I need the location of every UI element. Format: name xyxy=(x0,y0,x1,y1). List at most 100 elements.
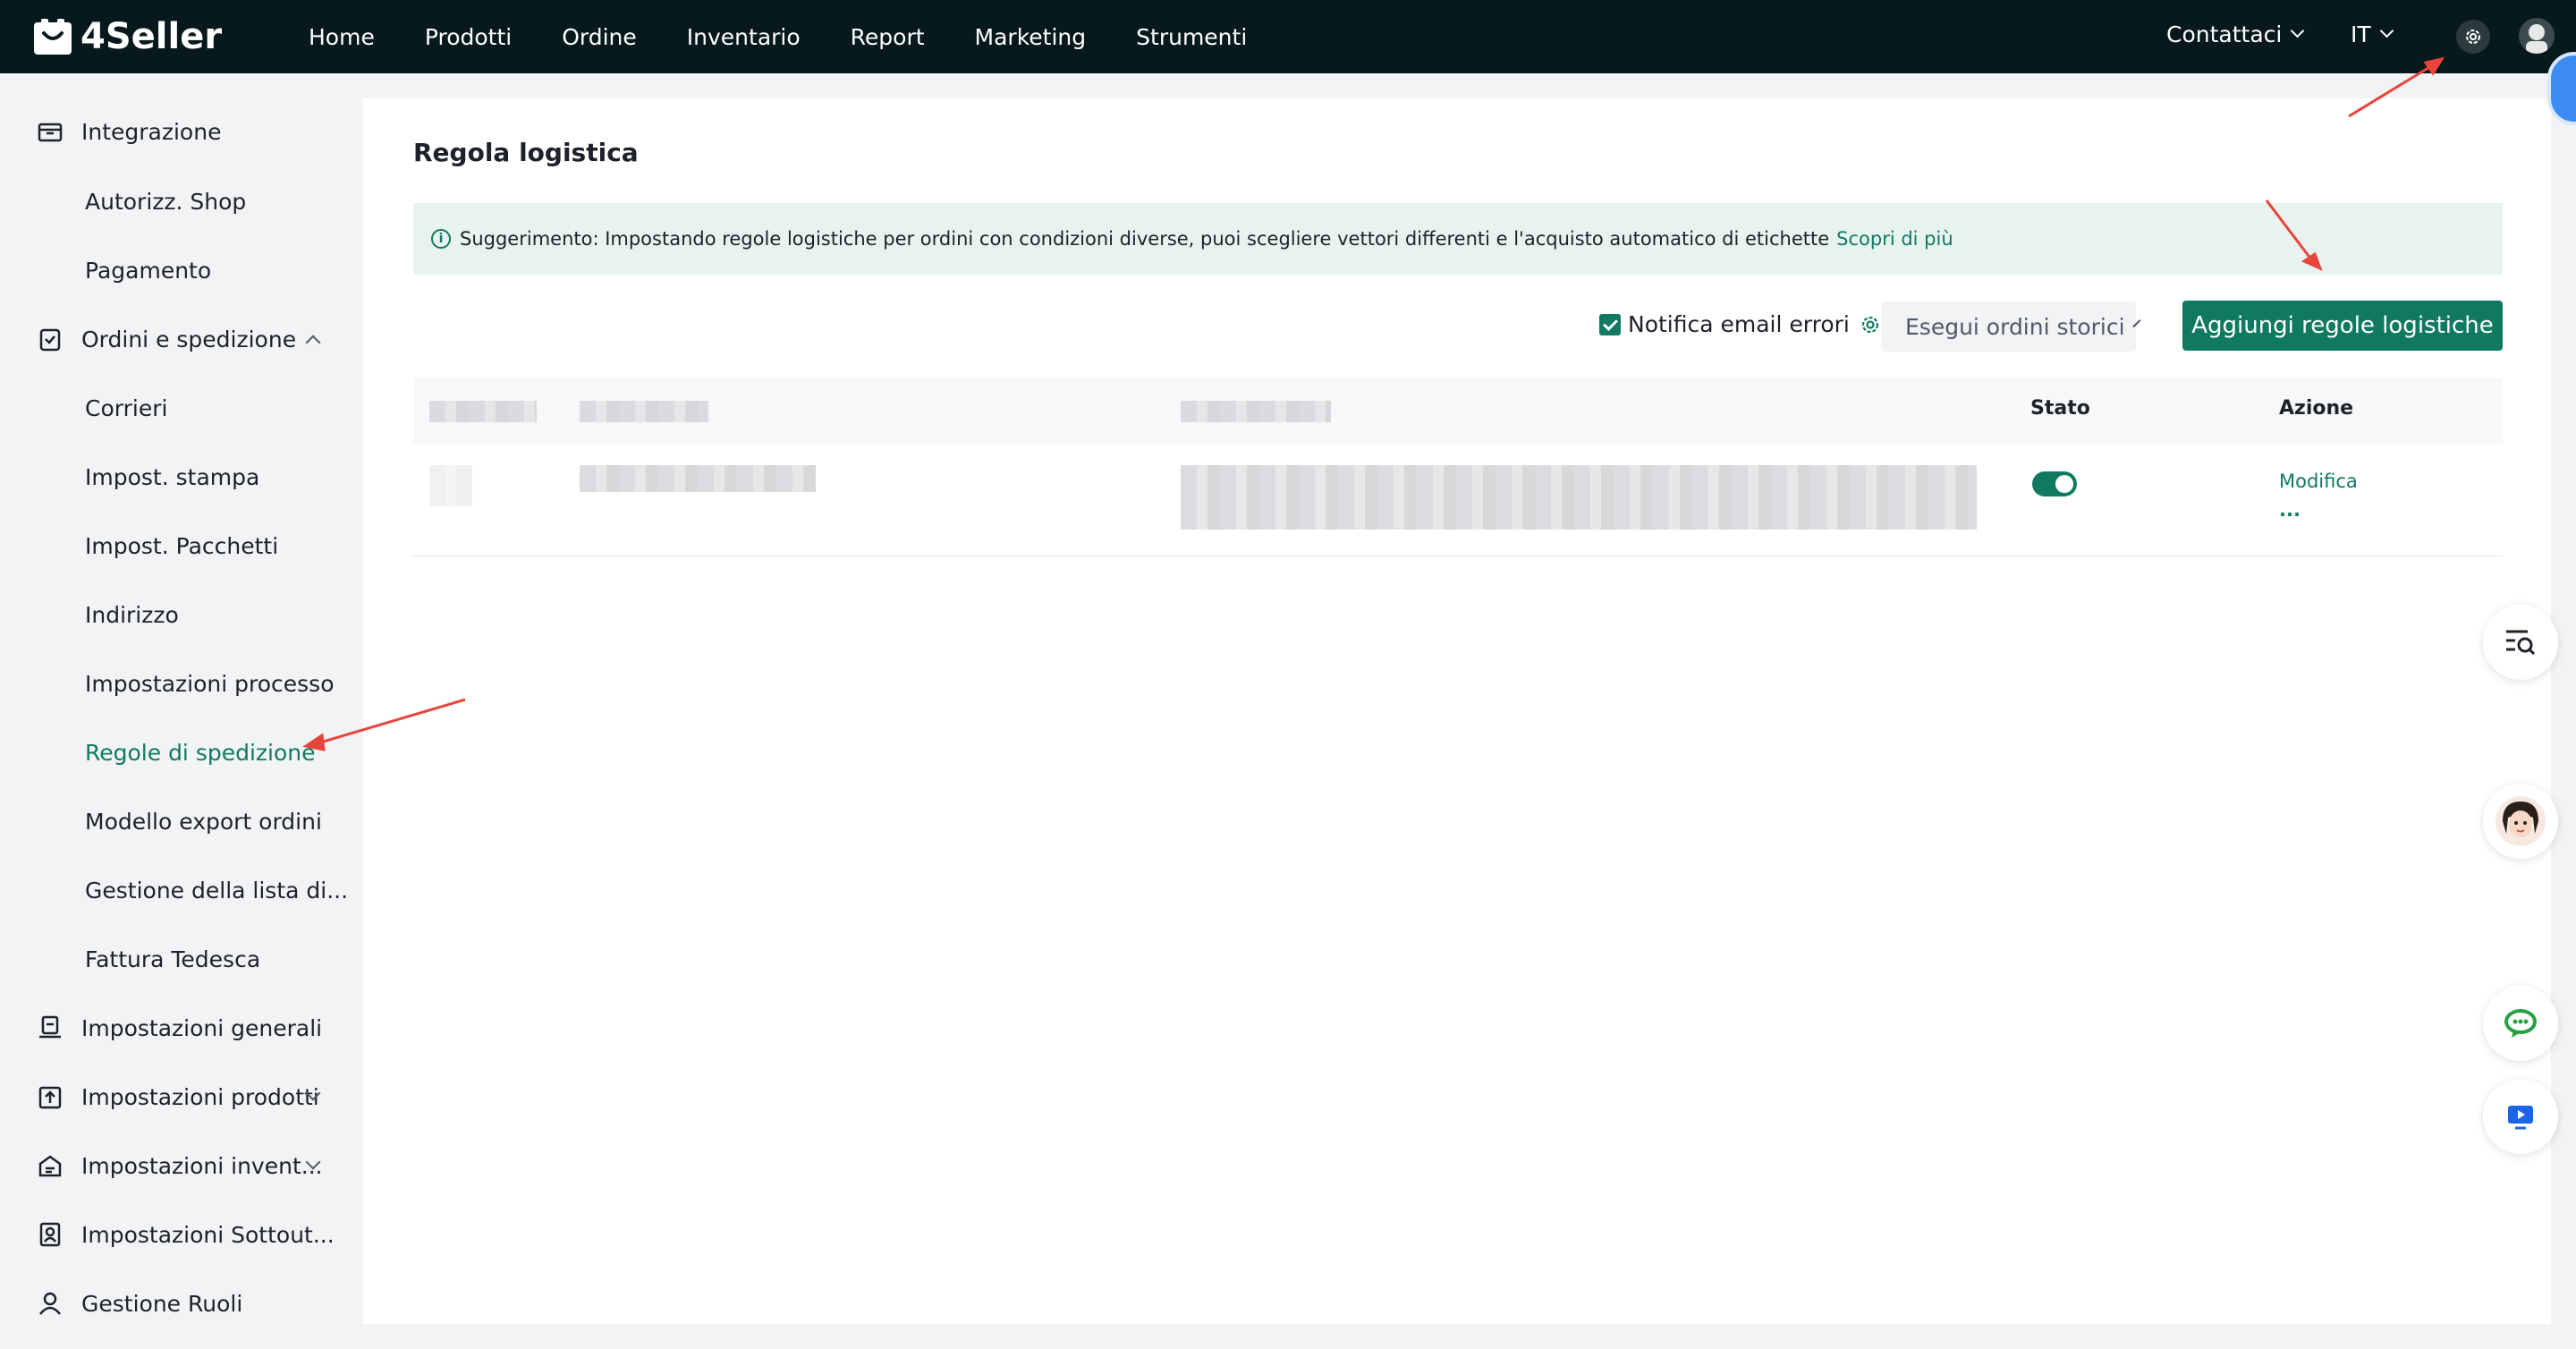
sidebar-item-label: Regole di spedizione xyxy=(85,739,316,766)
more-actions-link[interactable]: ... xyxy=(2279,499,2301,521)
add-logistics-rule-button[interactable]: Aggiungi regole logistiche xyxy=(2182,301,2503,351)
settings-button[interactable] xyxy=(2456,20,2490,54)
sidebar-item-corrieri[interactable]: Corrieri xyxy=(0,381,361,435)
gear-icon xyxy=(2466,30,2480,44)
sidebar-item-label: Indirizzo xyxy=(85,601,179,628)
floating-assistant-tab[interactable] xyxy=(2547,52,2576,125)
sidebar-item-label: Autorizz. Shop xyxy=(85,188,247,215)
store-icon xyxy=(38,123,63,142)
brand-logo[interactable]: 4Seller xyxy=(32,16,222,57)
floating-video-button[interactable] xyxy=(2483,1079,2558,1154)
sidebar-item-label: Impost. stampa xyxy=(85,463,260,490)
contact-dropdown[interactable]: Contattaci xyxy=(2166,21,2305,47)
brand-name: 4Seller xyxy=(80,16,223,57)
sidebar-item-pagamento[interactable]: Pagamento xyxy=(0,243,361,297)
nav-prodotti[interactable]: Prodotti xyxy=(425,24,512,50)
tip-text: Suggerimento: Impostando regole logistic… xyxy=(460,228,1830,250)
info-icon: i xyxy=(431,229,451,249)
gear-icon[interactable] xyxy=(1859,313,1882,336)
user-avatar-icon xyxy=(2526,24,2547,54)
page-title: Regola logistica xyxy=(413,138,639,167)
main-panel xyxy=(363,98,2551,1324)
top-navigation-bar: 4Seller Home Prodotti Ordine Inventario … xyxy=(0,0,2576,73)
main-nav: Home Prodotti Ordine Inventario Report M… xyxy=(309,0,1297,73)
contact-label: Contattaci xyxy=(2166,21,2283,47)
sidebar-item-label: Impost. Pacchetti xyxy=(85,532,279,559)
sidebar-item-label: Corrieri xyxy=(85,395,168,421)
support-agent-icon xyxy=(2496,796,2546,846)
nav-inventario[interactable]: Inventario xyxy=(687,24,801,50)
status-toggle[interactable] xyxy=(2032,471,2077,496)
nav-report[interactable]: Report xyxy=(851,24,925,50)
sidebar-item-modello-export-ordini[interactable]: Modello export ordini xyxy=(0,794,361,848)
sidebar-item-label: Impostazioni Sottout... xyxy=(81,1221,335,1248)
box-upload-icon xyxy=(38,1086,62,1109)
floating-chat-button[interactable] xyxy=(2483,986,2558,1061)
sub-account-icon xyxy=(39,1222,61,1247)
sidebar-item-gestione-lista[interactable]: Gestione della lista di... xyxy=(0,863,361,917)
sidebar-item-ordini-spedizione[interactable]: Ordini e spedizione xyxy=(0,312,361,366)
chevron-down-icon xyxy=(2291,23,2305,38)
shopping-bag-icon xyxy=(34,19,72,55)
sidebar-item-impostazioni-generali[interactable]: Impostazioni generali xyxy=(0,1001,361,1055)
column-header-action: Azione xyxy=(2279,397,2354,420)
nav-home[interactable]: Home xyxy=(309,24,375,50)
learn-more-link[interactable]: Scopri di più xyxy=(1836,228,1953,250)
sidebar-item-impost-stampa[interactable]: Impost. stampa xyxy=(0,450,361,504)
chevron-down-icon xyxy=(2379,23,2394,38)
nav-marketing[interactable]: Marketing xyxy=(975,24,1087,50)
user-icon xyxy=(39,1292,61,1315)
search-list-icon xyxy=(2506,630,2536,656)
sidebar-item-indirizzo[interactable]: Indirizzo xyxy=(0,588,361,641)
clipboard-icon xyxy=(39,328,61,352)
avatar[interactable] xyxy=(2519,18,2555,54)
sidebar-item-integrazione[interactable]: Integrazione xyxy=(0,105,361,158)
nav-ordine[interactable]: Ordine xyxy=(562,24,637,50)
sidebar-item-label: Integrazione xyxy=(81,118,222,145)
floating-search-button[interactable] xyxy=(2483,605,2558,680)
sidebar-item-impostazioni-inventario[interactable]: Impostazioni invent... xyxy=(0,1139,361,1192)
sidebar-item-autorizz-shop[interactable]: Autorizz. Shop xyxy=(0,174,361,228)
sidebar-item-fattura-tedesca[interactable]: Fattura Tedesca xyxy=(0,932,361,986)
sidebar-item-label: Impostazioni generali xyxy=(81,1014,323,1041)
table-row xyxy=(413,444,2503,556)
sidebar-item-label: Gestione Ruoli xyxy=(81,1290,243,1317)
sidebar: Integrazione Autorizz. Shop Pagamento Or… xyxy=(0,73,361,1349)
blurred-cell-3 xyxy=(1181,465,1977,530)
video-tutorial-icon xyxy=(2508,1106,2533,1130)
run-history-orders-label: Esegui ordini storici xyxy=(1905,313,2125,340)
sidebar-item-label: Gestione della lista di... xyxy=(85,877,349,904)
email-notify-checkbox[interactable]: Notifica email errori xyxy=(1599,311,1882,337)
edit-link[interactable]: Modifica xyxy=(2279,471,2358,492)
sidebar-item-regole-spedizione[interactable]: Regole di spedizione xyxy=(0,725,361,779)
sidebar-item-impost-pacchetti[interactable]: Impost. Pacchetti xyxy=(0,519,361,573)
language-dropdown[interactable]: IT xyxy=(2351,21,2394,47)
run-history-orders-dropdown[interactable]: Esegui ordini storici xyxy=(1882,301,2141,352)
sidebar-item-label: Fattura Tedesca xyxy=(85,946,261,972)
chevron-up-icon xyxy=(305,335,321,351)
floating-support-avatar[interactable] xyxy=(2483,784,2558,859)
sidebar-item-gestione-ruoli[interactable]: Gestione Ruoli xyxy=(0,1277,361,1330)
language-label: IT xyxy=(2351,21,2371,47)
table-header: Stato Azione xyxy=(413,378,2503,444)
nav-strumenti[interactable]: Strumenti xyxy=(1136,24,1247,50)
chat-icon xyxy=(2504,1009,2537,1038)
blurred-cell-2 xyxy=(580,465,816,492)
blurred-cell-1 xyxy=(429,465,472,506)
blurred-header-3 xyxy=(1181,401,1331,422)
inventory-icon xyxy=(38,1155,62,1177)
sidebar-item-label: Modello export ordini xyxy=(85,808,322,835)
sidebar-item-impostazioni-prodotti[interactable]: Impostazioni prodotti xyxy=(0,1070,361,1124)
printer-icon xyxy=(39,1015,61,1039)
sidebar-item-label: Pagamento xyxy=(85,257,212,284)
sidebar-item-label: Impostazioni processo xyxy=(85,670,335,697)
checkbox-checked[interactable] xyxy=(1599,313,1621,335)
tip-banner: i Suggerimento: Impostando regole logist… xyxy=(413,203,2503,275)
sidebar-item-impostazioni-processo[interactable]: Impostazioni processo xyxy=(0,657,361,710)
blurred-header-2 xyxy=(580,401,708,422)
column-header-status: Stato xyxy=(2030,397,2090,420)
sidebar-item-impostazioni-sottoutenti[interactable]: Impostazioni Sottout... xyxy=(0,1208,361,1261)
sidebar-item-label: Ordini e spedizione xyxy=(81,326,297,352)
email-notify-label: Notifica email errori xyxy=(1628,311,1850,337)
sidebar-item-label: Impostazioni prodotti xyxy=(81,1083,319,1110)
